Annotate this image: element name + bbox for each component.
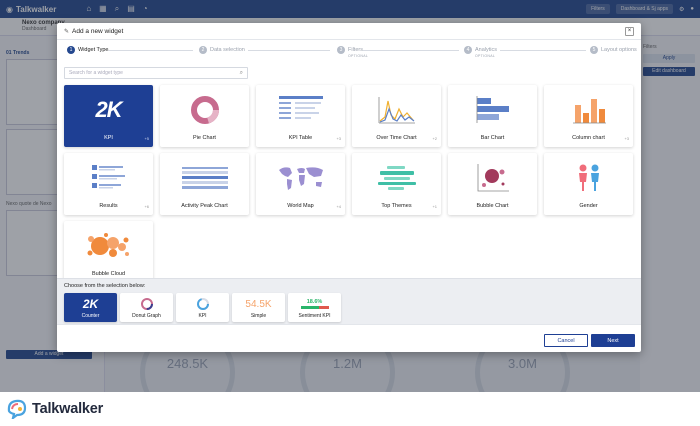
option-counter[interactable]: 2K Counter xyxy=(64,293,117,322)
widget-card-activity-peak-chart[interactable]: Activity Peak Chart xyxy=(160,153,249,215)
widget-card-label: Results xyxy=(99,203,118,209)
widget-card-results[interactable]: Results +6 xyxy=(64,153,153,215)
cancel-button[interactable]: Cancel xyxy=(544,334,588,347)
option-label: Sentiment KPI xyxy=(298,313,331,319)
widget-card-label: Pie Chart xyxy=(193,135,216,141)
results-list-icon xyxy=(64,161,153,195)
step-label: Filters xyxy=(348,47,363,53)
heatmap-icon xyxy=(160,161,249,195)
widget-variant-count: +3 xyxy=(624,136,629,141)
step-label: Widget Type xyxy=(78,47,109,53)
widget-search-box: ⌕ xyxy=(64,67,248,79)
wizard-steps: 1 Widget Type 2 Data selection 3 Filters… xyxy=(57,45,641,61)
widget-card-top-themes[interactable]: Top Themes +1 xyxy=(352,153,441,215)
next-button[interactable]: Next xyxy=(591,334,635,347)
bubble-cloud-icon xyxy=(64,229,153,263)
step-connector xyxy=(500,50,586,51)
kpi-table-icon xyxy=(256,93,345,127)
widget-card-bubble-chart[interactable]: Bubble Chart xyxy=(448,153,537,215)
pie-chart-icon xyxy=(160,93,249,127)
step-number: 3 xyxy=(337,46,345,54)
step-number: 2 xyxy=(199,46,207,54)
kpi-counter-icon: 2K xyxy=(95,97,122,122)
option-simple[interactable]: 54.5K Simple xyxy=(232,293,285,322)
chooser-title: Choose from the selection below: xyxy=(64,283,146,289)
widget-card-label: Bubble Chart xyxy=(476,203,509,209)
donut-graph-icon xyxy=(120,296,173,312)
widget-card-label: Column chart xyxy=(572,135,605,141)
simple-value-icon: 54.5K xyxy=(245,298,272,310)
widget-card-pie-chart[interactable]: Pie Chart xyxy=(160,85,249,147)
step-widget-type[interactable]: 1 Widget Type xyxy=(67,46,108,54)
close-icon[interactable]: × xyxy=(625,26,634,36)
widget-variant-count: +2 xyxy=(432,136,437,141)
widget-card-bubble-cloud[interactable]: Bubble Cloud xyxy=(64,221,153,283)
option-label: Counter xyxy=(81,313,100,319)
brand-wordmark: Talkwalker xyxy=(32,401,104,417)
dialog-footer: Cancel Next xyxy=(57,324,641,352)
dialog-header: ✎ Add a new widget × xyxy=(57,23,641,40)
column-chart-icon xyxy=(544,93,633,127)
widget-card-gender[interactable]: Gender xyxy=(544,153,633,215)
step-connector xyxy=(248,50,330,51)
widget-variant-count: +3 xyxy=(336,136,341,141)
step-connector xyxy=(363,50,459,51)
world-map-icon xyxy=(256,161,345,195)
widget-card-kpi[interactable]: 2K KPI +5 xyxy=(64,85,153,147)
widget-variant-count: +6 xyxy=(144,204,149,209)
widget-card-bar-chart[interactable]: Bar Chart xyxy=(448,85,537,147)
talkwalker-logo-icon xyxy=(6,397,28,421)
widget-card-world-map[interactable]: World Map +4 xyxy=(256,153,345,215)
step-label: Analytics xyxy=(475,47,498,53)
widget-card-label: Activity Peak Chart xyxy=(181,203,228,209)
widget-card-label: Bubble Cloud xyxy=(91,271,126,277)
option-label: Donut Graph xyxy=(132,313,161,319)
widget-card-kpi-table[interactable]: KPI Table +3 xyxy=(256,85,345,147)
counter-icon: 2K xyxy=(82,297,99,311)
widget-card-column-chart[interactable]: Column chart +3 xyxy=(544,85,633,147)
add-widget-dialog: ✎ Add a new widget × 1 Widget Type 2 Dat… xyxy=(57,23,641,352)
widget-card-label: Over Time Chart xyxy=(376,135,417,141)
step-connector xyxy=(108,50,193,51)
step-optional-tag: OPTIONAL xyxy=(475,54,496,58)
bubble-chart-icon xyxy=(448,161,537,195)
step-number: 1 xyxy=(67,46,75,54)
step-label: Layout options xyxy=(601,47,637,53)
widget-card-label: World Map xyxy=(287,203,314,209)
step-layout-options[interactable]: 5 Layout options xyxy=(590,46,637,54)
kpi-ring-icon xyxy=(176,296,229,312)
option-label: KPI xyxy=(198,313,207,319)
step-optional-tag: OPTIONAL xyxy=(348,54,369,58)
widget-variant-count: +1 xyxy=(432,204,437,209)
magic-wand-icon: ✎ xyxy=(64,28,70,35)
search-icon[interactable]: ⌕ xyxy=(240,70,243,77)
step-filters[interactable]: 3 Filters OPTIONAL xyxy=(337,46,368,58)
dialog-title: Add a new widget xyxy=(72,27,124,35)
widget-card-label: KPI Table xyxy=(288,135,313,141)
gender-icon xyxy=(544,161,633,195)
step-number: 5 xyxy=(590,46,598,54)
widget-variant-count: +4 xyxy=(336,204,341,209)
option-kpi[interactable]: KPI xyxy=(176,293,229,322)
widget-card-over-time-chart[interactable]: Over Time Chart +2 xyxy=(352,85,441,147)
widget-card-label: Bar Chart xyxy=(480,135,505,141)
step-label: Data selection xyxy=(210,47,245,53)
widget-card-label: KPI xyxy=(104,135,113,141)
widget-variant-count: +5 xyxy=(144,136,149,141)
variant-chooser: Choose from the selection below: 2K Coun… xyxy=(57,278,641,324)
widget-card-label: Gender xyxy=(579,203,598,209)
step-analytics[interactable]: 4 Analytics OPTIONAL xyxy=(464,46,497,58)
widget-search-input[interactable] xyxy=(69,70,240,76)
option-donut-graph[interactable]: Donut Graph xyxy=(120,293,173,322)
step-number: 4 xyxy=(464,46,472,54)
word-cloud-icon xyxy=(352,161,441,195)
step-data-selection[interactable]: 2 Data selection xyxy=(199,46,245,54)
widget-card-label: Top Themes xyxy=(381,203,412,209)
sentiment-icon: 18.6% xyxy=(288,296,341,312)
bar-chart-icon xyxy=(448,93,537,127)
line-chart-icon xyxy=(352,93,441,127)
option-label: Simple xyxy=(250,313,267,319)
option-sentiment-kpi[interactable]: 18.6% Sentiment KPI xyxy=(288,293,341,322)
brand-footer: Talkwalker xyxy=(0,392,700,426)
